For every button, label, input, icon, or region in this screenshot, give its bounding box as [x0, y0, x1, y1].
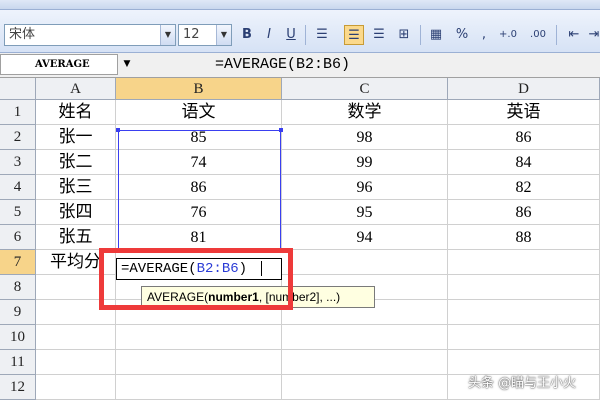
percent-button[interactable]: % — [452, 25, 472, 45]
cell-b7-editor[interactable]: =AVERAGE(B2:B6) — [116, 258, 282, 280]
cell-c1[interactable]: 数学 — [282, 100, 448, 125]
cell-b10[interactable] — [116, 325, 282, 350]
cell-c2[interactable]: 98 — [282, 125, 448, 150]
cell-a11[interactable] — [36, 350, 116, 375]
cell-a2[interactable]: 张一 — [36, 125, 116, 150]
column-header-a[interactable]: A — [36, 78, 116, 100]
cell-a8[interactable] — [36, 275, 116, 300]
cell-b11[interactable] — [116, 350, 282, 375]
row-header-3[interactable]: 3 — [0, 150, 36, 175]
cell-d6[interactable]: 88 — [448, 225, 600, 250]
cell-c4[interactable]: 96 — [282, 175, 448, 200]
toolbar-separator — [305, 25, 306, 45]
cell-d7[interactable] — [448, 250, 600, 275]
cell-d8[interactable] — [448, 275, 600, 300]
formula-prefix: =AVERAGE( — [121, 261, 197, 277]
row-header-2[interactable]: 2 — [0, 125, 36, 150]
align-left-icon[interactable]: ☰ — [312, 25, 332, 45]
watermark: 头条 @瞄与王小火 — [468, 376, 577, 391]
spreadsheet-grid: A B C D 1 2 3 4 5 6 7 8 9 10 11 12 姓名 语文… — [0, 78, 600, 400]
row-header-1[interactable]: 1 — [0, 100, 36, 125]
cell-d5[interactable]: 86 — [448, 200, 600, 225]
row-header-6[interactable]: 6 — [0, 225, 36, 250]
formula-input[interactable]: =AVERAGE(B2:B6) — [215, 53, 350, 77]
cell-c12[interactable] — [282, 375, 448, 400]
row-header-11[interactable]: 11 — [0, 350, 36, 375]
underline-button[interactable]: U — [281, 25, 301, 45]
merge-center-icon[interactable]: ⊞ — [394, 25, 414, 45]
formula-reference: B2:B6 — [196, 261, 239, 277]
cell-a12[interactable] — [36, 375, 116, 400]
cell-b1[interactable]: 语文 — [116, 100, 282, 125]
cell-d4[interactable]: 82 — [448, 175, 600, 200]
font-name-select[interactable]: 宋体 ▼ — [4, 24, 176, 46]
column-header-c[interactable]: C — [282, 78, 448, 100]
outdent-icon[interactable]: ⇥ — [584, 25, 600, 45]
indent-icon[interactable]: ⇤ — [564, 25, 584, 45]
cell-a1[interactable]: 姓名 — [36, 100, 116, 125]
chevron-down-icon[interactable]: ▼ — [160, 25, 175, 45]
cell-b4[interactable]: 86 — [116, 175, 282, 200]
cell-a6[interactable]: 张五 — [36, 225, 116, 250]
tooltip-rest-args: , [number2], ...) — [258, 290, 341, 304]
cell-c3[interactable]: 99 — [282, 150, 448, 175]
cell-c6[interactable]: 94 — [282, 225, 448, 250]
cell-d9[interactable] — [448, 300, 600, 325]
cell-c5[interactable]: 95 — [282, 200, 448, 225]
row-header-12[interactable]: 12 — [0, 375, 36, 400]
row-header-8[interactable]: 8 — [0, 275, 36, 300]
text-cursor — [261, 260, 263, 276]
tooltip-function-name[interactable]: AVERAGE( — [147, 290, 208, 304]
toolbar-separator — [556, 25, 557, 45]
tooltip-arg-number1[interactable]: number1 — [208, 290, 259, 304]
formula-bar: AVERAGE ▼ =AVERAGE(B2:B6) — [0, 53, 600, 78]
decrease-decimal-button[interactable]: .00 — [528, 25, 548, 45]
toolbar-separator — [420, 25, 421, 45]
column-header-b[interactable]: B — [116, 78, 282, 100]
cell-d3[interactable]: 84 — [448, 150, 600, 175]
cell-b5[interactable]: 76 — [116, 200, 282, 225]
italic-button[interactable]: I — [259, 25, 279, 45]
align-right-icon[interactable]: ☰ — [369, 25, 389, 45]
cell-a7[interactable]: 平均分 — [36, 250, 116, 275]
function-tooltip[interactable]: AVERAGE(number1, [number2], ...) — [141, 286, 375, 308]
cell-b3[interactable]: 74 — [116, 150, 282, 175]
font-size-value: 12 — [183, 27, 200, 42]
comma-button[interactable]: , — [474, 25, 494, 45]
cell-a9[interactable] — [36, 300, 116, 325]
cell-a10[interactable] — [36, 325, 116, 350]
select-all-corner[interactable] — [0, 78, 36, 100]
font-name-value: 宋体 — [9, 27, 36, 42]
increase-decimal-button[interactable]: +.0 — [498, 25, 518, 45]
cell-b12[interactable] — [116, 375, 282, 400]
cell-b2[interactable]: 85 — [116, 125, 282, 150]
cell-c7[interactable] — [282, 250, 448, 275]
standard-toolbar — [0, 0, 600, 10]
cell-a5[interactable]: 张四 — [36, 200, 116, 225]
formatting-toolbar: 宋体 ▼ 12 ▼ B I U ☰ ☰ ☰ ⊞ ▦ % , +.0 .00 ⇤ … — [0, 10, 600, 53]
font-size-select[interactable]: 12 ▼ — [178, 24, 232, 46]
formula-suffix: ) — [238, 261, 248, 277]
align-center-icon[interactable]: ☰ — [344, 25, 364, 45]
cell-d1[interactable]: 英语 — [448, 100, 600, 125]
cell-c11[interactable] — [282, 350, 448, 375]
row-header-4[interactable]: 4 — [0, 175, 36, 200]
bold-button[interactable]: B — [237, 25, 257, 45]
cell-b6[interactable]: 81 — [116, 225, 282, 250]
cell-d10[interactable] — [448, 325, 600, 350]
chevron-down-icon[interactable]: ▼ — [118, 54, 136, 75]
cell-a4[interactable]: 张三 — [36, 175, 116, 200]
row-header-5[interactable]: 5 — [0, 200, 36, 225]
cell-a3[interactable]: 张二 — [36, 150, 116, 175]
cell-d2[interactable]: 86 — [448, 125, 600, 150]
column-header-d[interactable]: D — [448, 78, 600, 100]
currency-icon[interactable]: ▦ — [426, 25, 446, 45]
row-header-9[interactable]: 9 — [0, 300, 36, 325]
cell-c10[interactable] — [282, 325, 448, 350]
row-header-7[interactable]: 7 — [0, 250, 36, 275]
chevron-down-icon[interactable]: ▼ — [216, 25, 231, 45]
row-header-10[interactable]: 10 — [0, 325, 36, 350]
name-box[interactable]: AVERAGE — [0, 54, 118, 75]
